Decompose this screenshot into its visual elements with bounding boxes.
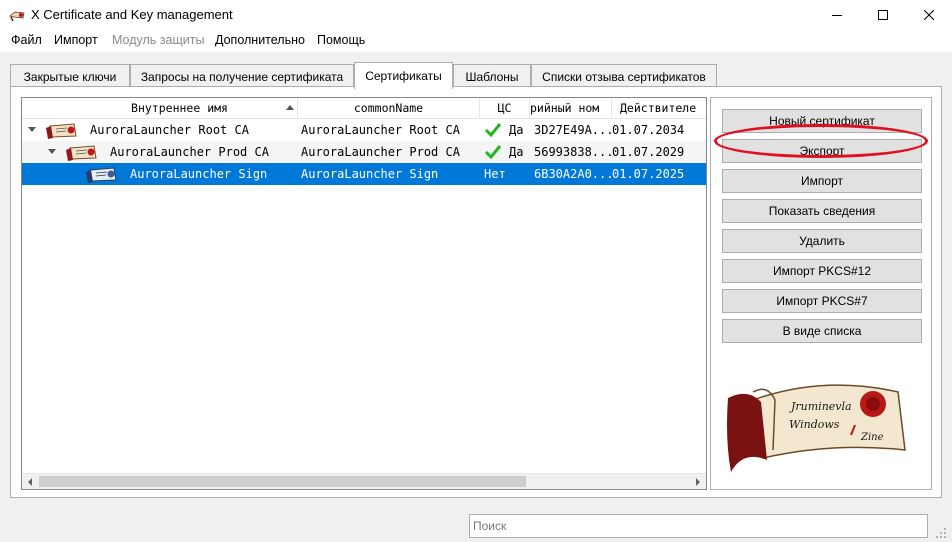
minimize-button[interactable]	[814, 0, 860, 30]
menu-bar: Файл Импорт Модуль защиты Дополнительно …	[0, 30, 952, 52]
title-bar: X Certificate and Key management	[0, 0, 952, 30]
logo-text-line1: Jruminevla	[789, 400, 852, 413]
check-icon	[484, 145, 502, 160]
scroll-logo: Jruminevla Windows Zine	[727, 384, 906, 472]
maximize-icon	[878, 10, 888, 20]
tree-row-root-ca[interactable]: AuroraLauncher Root CA AuroraLauncher Ro…	[22, 119, 706, 141]
cell-internal-name: AuroraLauncher Sign	[130, 167, 268, 181]
cell-serial: 3D27E49A...	[534, 123, 614, 137]
tab-private-keys[interactable]: Закрытые ключи	[10, 64, 130, 88]
scroll-right-icon	[696, 478, 700, 486]
cell-internal-name: AuroraLauncher Prod CA	[110, 145, 269, 159]
close-icon	[924, 10, 934, 20]
scroll-right-button[interactable]	[690, 474, 706, 489]
tree-row-sign[interactable]: AuroraLauncher Sign AuroraLauncher Sign …	[22, 163, 706, 185]
tree-row-prod-ca[interactable]: AuroraLauncher Prod CA AuroraLauncher Pr…	[22, 141, 706, 163]
cell-common-name: AuroraLauncher Prod CA	[301, 145, 460, 159]
cell-common-name: AuroraLauncher Sign	[301, 167, 439, 181]
scroll-left-icon	[28, 478, 32, 486]
tab-revocation-lists[interactable]: Списки отзыва сертификатов	[531, 64, 717, 88]
tree-header: Внутреннее имя commonName ЦС рийный ном …	[22, 98, 706, 119]
cell-serial: 6B30A2A0...	[534, 167, 614, 181]
cell-valid-until: 01.07.2025	[612, 167, 685, 181]
menu-file[interactable]: Файл	[11, 33, 42, 47]
scrollbar-thumb[interactable]	[39, 476, 526, 487]
tab-templates[interactable]: Шаблоны	[453, 64, 531, 88]
cell-ca: Да	[484, 119, 530, 141]
horizontal-scrollbar[interactable]	[22, 473, 706, 489]
tab-certificates[interactable]: Сертификаты	[354, 62, 453, 89]
menu-import[interactable]: Импорт	[54, 33, 98, 47]
export-button[interactable]: Экспорт	[722, 139, 922, 163]
sort-ascending-icon	[286, 105, 294, 110]
app-icon	[9, 11, 25, 21]
cell-ca-value: Да	[509, 123, 524, 137]
check-icon	[484, 123, 502, 138]
maximize-button[interactable]	[860, 0, 906, 30]
import-button[interactable]: Импорт	[722, 169, 922, 193]
list-view-button[interactable]: В виде списка	[722, 319, 922, 343]
close-button[interactable]	[906, 0, 952, 30]
column-common-name[interactable]: commonName	[298, 98, 480, 119]
certificate-icon	[66, 145, 97, 161]
certificate-icon	[86, 167, 117, 183]
cell-internal-name: AuroraLauncher Root CA	[90, 123, 249, 137]
expand-arrow-icon[interactable]	[48, 149, 56, 154]
column-valid-until[interactable]: Действителе	[612, 98, 706, 119]
cell-ca-value: Да	[509, 145, 524, 159]
column-internal-name[interactable]: Внутреннее имя	[22, 98, 298, 119]
cell-valid-until: 01.07.2029	[612, 145, 685, 159]
certificate-tree[interactable]: Внутреннее имя commonName ЦС рийный ном …	[21, 97, 707, 490]
certificate-icon	[46, 123, 77, 139]
scroll-left-button[interactable]	[22, 474, 38, 489]
column-internal-name-label: Внутреннее имя	[131, 101, 228, 115]
logo-text-line2: Windows	[789, 418, 840, 431]
column-serial[interactable]: рийный ном	[530, 98, 612, 119]
menu-extra[interactable]: Дополнительно	[215, 33, 305, 47]
cell-common-name: AuroraLauncher Root CA	[301, 123, 460, 137]
window-title: X Certificate and Key management	[31, 7, 233, 22]
menu-help[interactable]: Помощь	[317, 33, 365, 47]
tab-certificate-requests[interactable]: Запросы на получение сертификата	[130, 64, 354, 88]
certificates-panel: Внутреннее имя commonName ЦС рийный ном …	[10, 86, 942, 498]
cell-ca-value: Нет	[484, 167, 506, 181]
resize-grip-icon[interactable]	[935, 527, 947, 539]
show-details-button[interactable]: Показать сведения	[722, 199, 922, 223]
expand-arrow-icon[interactable]	[28, 127, 36, 132]
cell-ca: Да	[484, 141, 530, 163]
search-input[interactable]	[469, 514, 928, 538]
cell-valid-until: 01.07.2034	[612, 123, 685, 137]
action-panel: Новый сертификат Экспорт Импорт Показать…	[710, 97, 932, 490]
import-pkcs7-button[interactable]: Импорт PKCS#7	[722, 289, 922, 313]
import-pkcs12-button[interactable]: Импорт PKCS#12	[722, 259, 922, 283]
minimize-icon	[832, 15, 842, 16]
column-ca[interactable]: ЦС	[480, 98, 530, 119]
new-certificate-button[interactable]: Новый сертификат	[722, 109, 922, 133]
cell-serial: 56993838...	[534, 145, 614, 159]
logo-text-line3: Zine	[860, 432, 884, 443]
menu-security-token[interactable]: Модуль защиты	[112, 33, 204, 47]
delete-button[interactable]: Удалить	[722, 229, 922, 253]
